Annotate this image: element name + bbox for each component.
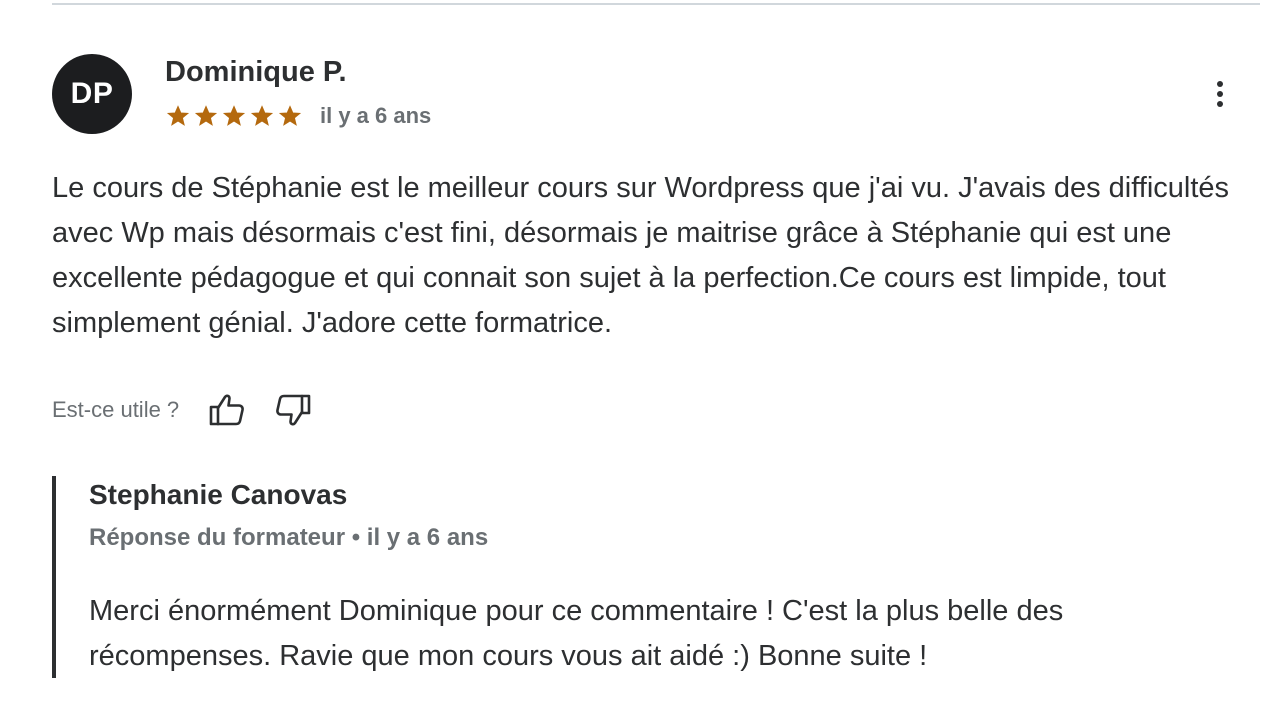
star-icon bbox=[222, 105, 246, 126]
star-icon bbox=[250, 105, 274, 126]
thumbs-up-button[interactable] bbox=[207, 390, 247, 430]
reply-meta: Réponse du formateur • il y a 6 ans bbox=[89, 524, 489, 551]
thumbs-down-icon bbox=[276, 394, 311, 426]
more-options-button[interactable] bbox=[1204, 76, 1236, 112]
star-rating bbox=[166, 104, 302, 128]
review-date: il y a 6 ans bbox=[320, 103, 432, 128]
avatar: DP bbox=[52, 54, 132, 134]
review-text: Le cours de Stéphanie est le meilleur co… bbox=[52, 172, 1230, 339]
avatar-initials: DP bbox=[70, 77, 114, 110]
star-icon bbox=[278, 105, 302, 126]
review-card: DP Dominique P. il y a 6 ans Le cours de… bbox=[0, 0, 1284, 712]
star-icon bbox=[166, 105, 190, 126]
reply-indicator-bar bbox=[52, 476, 56, 678]
helpful-label: Est-ce utile ? bbox=[52, 397, 180, 422]
reviewer-name: Dominique P. bbox=[165, 56, 347, 88]
thumbs-up-icon bbox=[209, 394, 244, 426]
star-icon bbox=[194, 105, 218, 126]
reply-author: Stephanie Canovas bbox=[89, 479, 348, 510]
thumbs-down-button[interactable] bbox=[273, 390, 313, 430]
divider bbox=[52, 3, 1260, 5]
reply-text: Merci énormément Dominique pour ce comme… bbox=[89, 595, 1064, 672]
more-vertical-icon bbox=[1217, 81, 1223, 107]
